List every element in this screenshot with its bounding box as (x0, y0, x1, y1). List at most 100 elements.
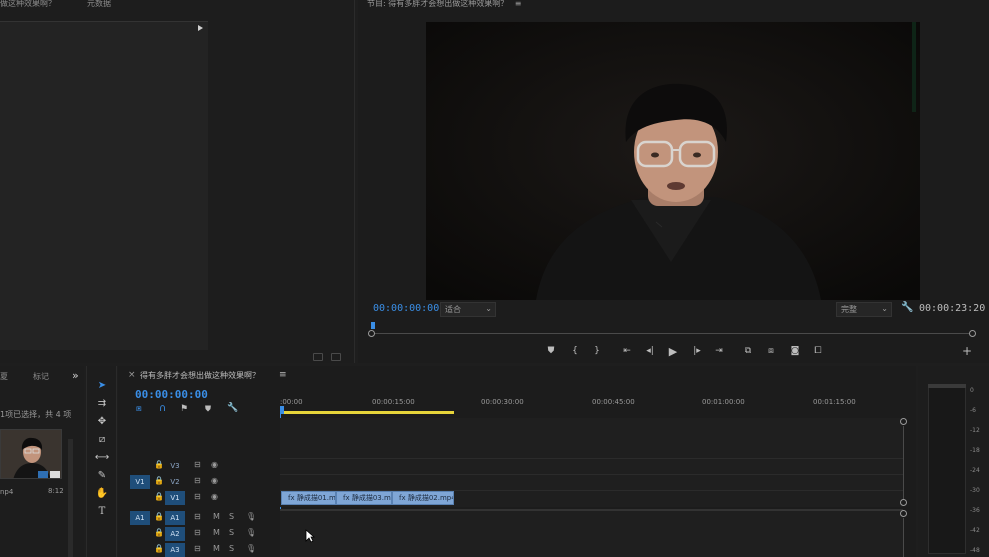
track-lane-v2[interactable] (280, 474, 903, 490)
expand-arrow-icon[interactable] (198, 25, 203, 31)
mute-button[interactable]: M (213, 544, 220, 553)
audio-scrollbar[interactable] (900, 510, 908, 557)
slip-tool-icon[interactable]: ⟷ (95, 450, 109, 464)
zoom-handle-right[interactable] (969, 330, 976, 337)
solo-button[interactable]: S (229, 512, 234, 521)
clip-thumbnail[interactable] (0, 429, 62, 479)
quality-dropdown[interactable]: 完整 ⌄ (836, 302, 892, 317)
program-timecode[interactable]: 00:00:00:00 (373, 303, 439, 314)
video-clip[interactable]: fx 静成描03.m (336, 491, 392, 505)
eye-icon[interactable]: ◉ (211, 476, 218, 485)
play-icon[interactable]: ▶ (666, 345, 680, 358)
timeline-empty-area[interactable] (280, 418, 903, 458)
add-marker-icon[interactable]: ⛊ (544, 345, 558, 357)
linked-selection-icon[interactable]: ⚑ (180, 404, 188, 414)
tab-source[interactable]: 做这种效果啊？ (0, 0, 56, 9)
eye-icon[interactable]: ◉ (211, 460, 218, 469)
add-marker-icon[interactable]: ⛊ (205, 404, 211, 414)
track-label-a3[interactable]: A3 (165, 543, 185, 557)
timeline-timecode[interactable]: 00:00:00:00 (135, 388, 208, 401)
tab-markers[interactable]: 标记 (33, 371, 49, 382)
track-label-v2[interactable]: V2 (165, 475, 185, 489)
scroll-handle-top[interactable] (900, 510, 907, 517)
lift-icon[interactable]: ⧉ (741, 345, 755, 357)
lock-icon[interactable]: 🔒 (154, 492, 164, 501)
hand-tool-icon[interactable]: ✋ (95, 486, 109, 500)
track-label-v3[interactable]: V3 (165, 459, 185, 473)
zoom-scrollbar[interactable] (368, 330, 976, 338)
clip-label: 静成描03.m (351, 494, 391, 502)
go-to-in-icon[interactable]: ⇤ (620, 345, 634, 357)
sequence-menu-icon[interactable]: ≡ (279, 370, 287, 380)
extract-icon[interactable]: ⧈ (764, 345, 778, 357)
go-to-out-icon[interactable]: ⇥ (712, 345, 726, 357)
ripple-edit-tool-icon[interactable]: ✥ (95, 414, 109, 428)
razor-tool-icon[interactable]: ⧄ (95, 432, 109, 446)
mark-in-icon[interactable]: { (568, 345, 582, 357)
nest-toggle-icon[interactable]: ⧆ (136, 404, 142, 414)
lock-icon[interactable]: 🔒 (154, 460, 164, 469)
panel-overflow-icon[interactable]: » (72, 369, 79, 382)
timeline-settings-icon[interactable]: 🔧 (227, 403, 238, 413)
lock-icon[interactable]: 🔒 (154, 512, 164, 521)
microphone-icon[interactable]: 🎙 (246, 528, 256, 537)
clip-badge-icon (38, 471, 48, 478)
fit-dropdown[interactable]: 适合 ⌄ (440, 302, 496, 317)
snap-icon[interactable]: ∩ (159, 403, 166, 414)
program-menu-icon[interactable]: ≡ (515, 0, 522, 8)
video-scrollbar[interactable] (900, 418, 908, 508)
time-ruler[interactable]: :00:00 00:00:15:00 00:00:30:00 00:00:45:… (280, 386, 903, 416)
source-patch-a1[interactable]: A1 (130, 511, 150, 525)
microphone-icon[interactable]: 🎙 (246, 512, 256, 521)
playhead-scrubber[interactable] (371, 322, 977, 330)
tab-project[interactable]: 夏 (0, 371, 8, 382)
mute-button[interactable]: M (213, 528, 220, 537)
sync-lock-icon[interactable]: ⊟ (194, 476, 201, 485)
sync-lock-icon[interactable]: ⊟ (194, 460, 201, 469)
playhead-marker[interactable] (371, 322, 375, 329)
step-forward-icon[interactable]: |▸ (690, 345, 704, 357)
eye-icon[interactable]: ◉ (211, 492, 218, 501)
solo-button[interactable]: S (229, 528, 234, 537)
zoom-handle-left[interactable] (368, 330, 375, 337)
selection-tool-icon[interactable]: ➤ (95, 378, 109, 392)
microphone-icon[interactable]: 🎙 (246, 544, 256, 553)
wrench-icon[interactable]: 🔧 (901, 302, 913, 313)
audio-lanes[interactable] (280, 509, 903, 557)
pen-tool-icon[interactable]: ✎ (95, 468, 109, 482)
comparison-view-icon[interactable]: ⧠ (811, 345, 825, 357)
solo-button[interactable]: S (229, 544, 234, 553)
track-select-tool-icon[interactable]: ⇉ (95, 396, 109, 410)
sync-lock-icon[interactable]: ⊟ (194, 512, 201, 521)
video-clip[interactable]: fx 静成描02.mp4 (392, 491, 454, 505)
sequence-tab[interactable]: 得有多胖才会想出做这种效果啊？ (140, 370, 260, 381)
meter-scale-label: -30 (970, 487, 980, 494)
lock-icon[interactable]: 🔒 (154, 544, 164, 553)
settings-icon[interactable] (331, 353, 341, 361)
scroll-handle-bottom[interactable] (900, 499, 907, 506)
source-patch-v1[interactable]: V1 (130, 475, 150, 489)
close-icon[interactable]: × (128, 370, 136, 380)
tab-metadata[interactable]: 元数据 (87, 0, 111, 9)
bin-scrollbar[interactable] (68, 439, 73, 557)
mark-out-icon[interactable]: } (590, 345, 604, 357)
add-button-icon[interactable]: + (960, 344, 974, 358)
scroll-handle-top[interactable] (900, 418, 907, 425)
work-area-bar[interactable] (280, 411, 454, 414)
lock-icon[interactable]: 🔒 (154, 476, 164, 485)
sync-lock-icon[interactable]: ⊟ (194, 544, 201, 553)
track-label-a2[interactable]: A2 (165, 527, 185, 541)
sync-lock-icon[interactable]: ⊟ (194, 528, 201, 537)
ruler-label: :00:00 (280, 398, 303, 406)
video-clip[interactable]: fx 静成描01.m (281, 491, 336, 505)
mute-button[interactable]: M (213, 512, 220, 521)
track-lane-v3[interactable] (280, 458, 903, 474)
step-back-icon[interactable]: ◂| (643, 345, 657, 357)
track-label-a1[interactable]: A1 (165, 511, 185, 525)
lock-icon[interactable]: 🔒 (154, 528, 164, 537)
camera-icon[interactable]: ◙ (788, 345, 802, 357)
track-label-v1[interactable]: V1 (165, 491, 185, 505)
sync-lock-icon[interactable]: ⊟ (194, 492, 201, 501)
type-tool-icon[interactable]: T (95, 504, 109, 518)
export-frame-icon[interactable] (313, 353, 323, 361)
